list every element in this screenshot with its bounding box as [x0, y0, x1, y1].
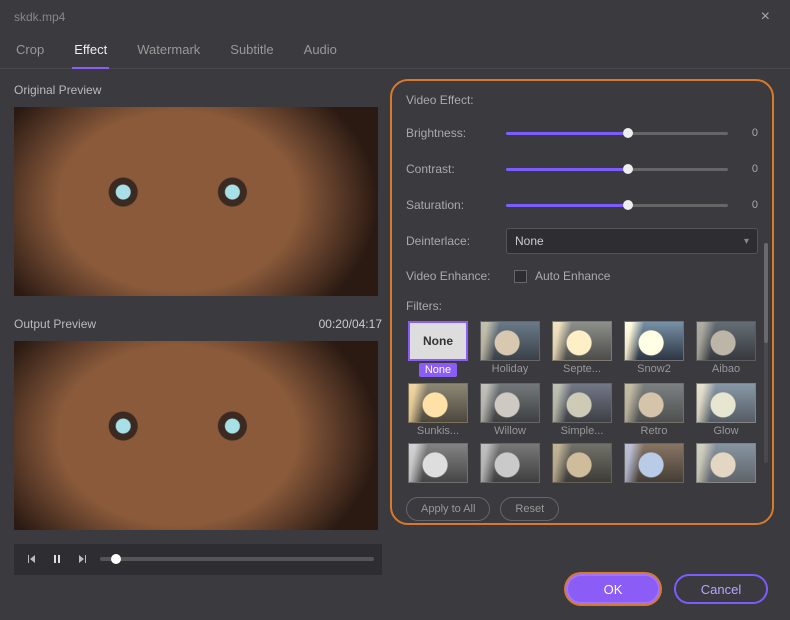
- pause-icon: [50, 552, 64, 566]
- contrast-label: Contrast:: [406, 162, 506, 176]
- output-preview: [14, 341, 378, 530]
- playbar: [14, 544, 382, 575]
- brightness-value: 0: [738, 127, 758, 139]
- filter-item[interactable]: [408, 443, 468, 483]
- filter-snow2[interactable]: [624, 321, 684, 361]
- tab-audio[interactable]: Audio: [302, 38, 339, 68]
- original-preview: [14, 107, 378, 296]
- apply-to-all-button[interactable]: Apply to All: [406, 497, 490, 521]
- play-pause-button[interactable]: [48, 550, 66, 568]
- filter-willow[interactable]: [480, 383, 540, 423]
- tab-crop[interactable]: Crop: [14, 38, 46, 68]
- filter-item[interactable]: [480, 443, 540, 483]
- contrast-slider[interactable]: [506, 168, 728, 171]
- auto-enhance-label: Auto Enhance: [535, 269, 610, 283]
- saturation-slider[interactable]: [506, 204, 728, 207]
- filter-retro[interactable]: [624, 383, 684, 423]
- filter-label: Snow2: [637, 363, 671, 375]
- filter-label: Septe...: [563, 363, 601, 375]
- brightness-slider[interactable]: [506, 132, 728, 135]
- window-title: skdk.mp4: [14, 10, 65, 24]
- filter-label: Holiday: [492, 363, 529, 375]
- video-effect-heading: Video Effect:: [406, 93, 758, 107]
- video-enhance-label: Video Enhance:: [406, 269, 506, 283]
- next-frame-button[interactable]: [74, 550, 92, 568]
- step-forward-icon: [76, 552, 90, 566]
- auto-enhance-checkbox[interactable]: [514, 270, 527, 283]
- tab-effect[interactable]: Effect: [72, 38, 109, 69]
- saturation-value: 0: [738, 199, 758, 211]
- saturation-label: Saturation:: [406, 198, 506, 212]
- close-icon[interactable]: ×: [755, 4, 776, 30]
- cancel-button[interactable]: Cancel: [674, 574, 768, 604]
- filter-glow[interactable]: [696, 383, 756, 423]
- filter-aibao[interactable]: [696, 321, 756, 361]
- filter-september[interactable]: [552, 321, 612, 361]
- ok-button[interactable]: OK: [566, 574, 660, 604]
- tab-subtitle[interactable]: Subtitle: [228, 38, 275, 68]
- tabs: Crop Effect Watermark Subtitle Audio: [0, 28, 790, 69]
- deinterlace-value: None: [515, 234, 544, 248]
- filter-holiday[interactable]: [480, 321, 540, 361]
- filter-simple[interactable]: [552, 383, 612, 423]
- timecode: 00:20/04:17: [319, 317, 382, 331]
- filter-label: Glow: [713, 425, 738, 437]
- filter-item[interactable]: [624, 443, 684, 483]
- reset-button[interactable]: Reset: [500, 497, 559, 521]
- filter-label: Aibao: [712, 363, 740, 375]
- deinterlace-label: Deinterlace:: [406, 234, 506, 248]
- filter-label: Willow: [494, 425, 526, 437]
- filter-label: Sunkis...: [417, 425, 459, 437]
- original-preview-label: Original Preview: [14, 83, 382, 97]
- filter-none[interactable]: None: [408, 321, 468, 361]
- deinterlace-select[interactable]: None ▾: [506, 228, 758, 254]
- brightness-label: Brightness:: [406, 126, 506, 140]
- output-preview-label: Output Preview: [14, 317, 96, 331]
- filter-label: Simple...: [561, 425, 604, 437]
- scrollbar[interactable]: [764, 243, 768, 463]
- contrast-value: 0: [738, 163, 758, 175]
- filter-label: None: [419, 363, 457, 377]
- filter-label: Retro: [641, 425, 668, 437]
- filter-sunkissed[interactable]: [408, 383, 468, 423]
- step-back-icon: [24, 552, 38, 566]
- prev-frame-button[interactable]: [22, 550, 40, 568]
- filters-grid: None None Holiday Septe... Snow2 Aibao Su…: [406, 321, 758, 485]
- chevron-down-icon: ▾: [744, 236, 749, 247]
- tab-watermark[interactable]: Watermark: [135, 38, 202, 68]
- filters-heading: Filters:: [406, 299, 758, 313]
- filter-item[interactable]: [696, 443, 756, 483]
- filter-item[interactable]: [552, 443, 612, 483]
- seek-slider[interactable]: [100, 557, 374, 561]
